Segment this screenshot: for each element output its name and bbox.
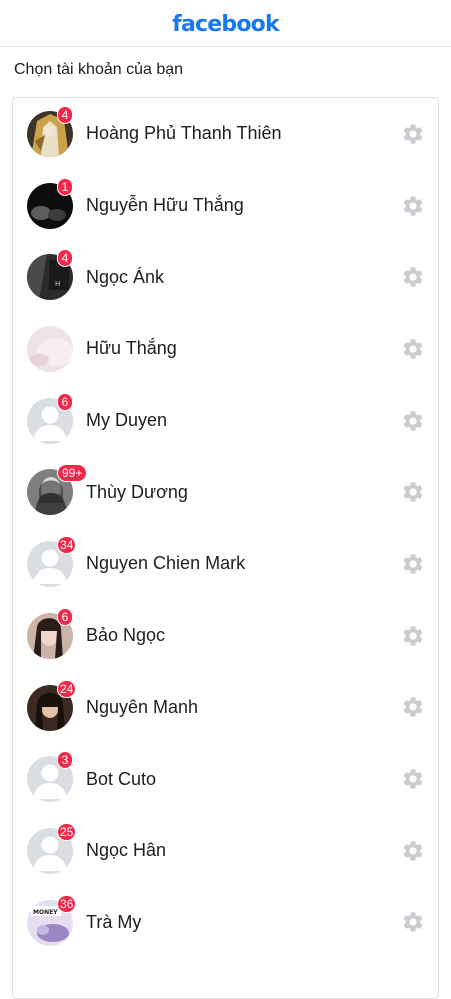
top-bar: facebook <box>0 0 451 47</box>
notification-badge: 4 <box>57 249 73 268</box>
account-row-8[interactable]: 6 Bảo Ngọc <box>13 600 438 672</box>
account-name: Ngọc Hân <box>86 840 167 861</box>
notification-badge: 3 <box>57 751 73 770</box>
gear-icon[interactable] <box>400 121 426 147</box>
avatar-image <box>27 326 73 373</box>
avatar[interactable]: 4 <box>27 106 73 157</box>
gear-icon[interactable] <box>400 623 426 649</box>
account-name: Hoàng Phủ Thanh Thiên <box>86 123 282 144</box>
notification-badge: 99+ <box>57 464 88 483</box>
gear-icon[interactable] <box>400 264 426 290</box>
notification-badge: 25 <box>57 822 77 841</box>
gear-icon[interactable] <box>400 193 426 219</box>
account-row-4[interactable]: Hữu Thắng <box>13 313 438 385</box>
account-row-5[interactable]: 6 My Duyen <box>13 385 438 457</box>
gear-icon[interactable] <box>400 694 426 720</box>
account-row-12[interactable]: MONEY 36 Trà My <box>13 887 438 959</box>
account-list-card: 4 Hoàng Phủ Thanh Thiên 1 Nguyễn Hữu Thắ… <box>12 97 439 999</box>
gear-icon[interactable] <box>400 479 426 505</box>
account-name: Bảo Ngọc <box>86 625 166 646</box>
account-row-3[interactable]: H 4 Ngọc Ánk <box>13 241 438 313</box>
account-name: Trà My <box>86 911 142 932</box>
account-row-10[interactable]: 3 Bot Cuto <box>13 743 438 815</box>
account-row-6[interactable]: 99+ Thùy Dương <box>13 456 438 528</box>
gear-icon[interactable] <box>400 408 426 434</box>
account-name: Nguyễn Hữu Thắng <box>86 195 244 216</box>
notification-badge: 34 <box>57 536 77 555</box>
avatar[interactable]: H 4 <box>27 249 73 301</box>
gear-icon[interactable] <box>400 909 426 935</box>
account-row-1[interactable]: 4 Hoàng Phủ Thanh Thiên <box>13 98 438 170</box>
facebook-logo[interactable]: facebook <box>172 10 279 37</box>
avatar[interactable]: 99+ <box>27 464 88 516</box>
account-list: 4 Hoàng Phủ Thanh Thiên 1 Nguyễn Hữu Thắ… <box>13 98 438 958</box>
notification-badge: 6 <box>57 607 73 626</box>
avatar[interactable]: 6 <box>27 392 73 444</box>
account-row-11[interactable]: 25 Ngọc Hân <box>13 815 438 887</box>
avatar[interactable]: 25 <box>27 822 77 874</box>
account-name: Thùy Dương <box>86 481 188 502</box>
account-name: Nguyên Manh <box>86 696 199 717</box>
notification-badge: 36 <box>57 894 77 913</box>
avatar[interactable]: 6 <box>27 607 73 659</box>
avatar[interactable] <box>27 326 73 373</box>
avatar[interactable]: MONEY 36 <box>27 894 77 946</box>
account-row-7[interactable]: 34 Nguyen Chien Mark <box>13 528 438 600</box>
notification-badge: 1 <box>57 177 73 196</box>
gear-icon[interactable] <box>400 766 426 792</box>
notification-badge: 6 <box>57 392 73 411</box>
account-name: Ngọc Ánk <box>86 266 165 287</box>
account-name: Nguyen Chien Mark <box>86 553 246 574</box>
gear-icon[interactable] <box>400 838 426 864</box>
avatar[interactable]: 1 <box>27 177 73 229</box>
svg-text:H: H <box>55 280 60 288</box>
notification-badge: 4 <box>57 106 73 124</box>
avatar[interactable]: 3 <box>27 751 73 803</box>
account-name: My Duyen <box>86 410 168 431</box>
page-title: Chọn tài khoản của bạn <box>14 61 184 78</box>
avatar[interactable]: 34 <box>27 536 77 588</box>
notification-badge: 24 <box>57 679 77 698</box>
svg-text:MONEY: MONEY <box>33 909 58 916</box>
avatar[interactable]: 24 <box>27 679 77 731</box>
account-row-9[interactable]: 24 Nguyên Manh <box>13 672 438 744</box>
gear-icon[interactable] <box>400 551 426 577</box>
gear-icon[interactable] <box>400 336 426 362</box>
account-row-2[interactable]: 1 Nguyễn Hữu Thắng <box>13 170 438 242</box>
account-name: Bot Cuto <box>86 768 157 789</box>
account-name: Hữu Thắng <box>86 338 177 359</box>
